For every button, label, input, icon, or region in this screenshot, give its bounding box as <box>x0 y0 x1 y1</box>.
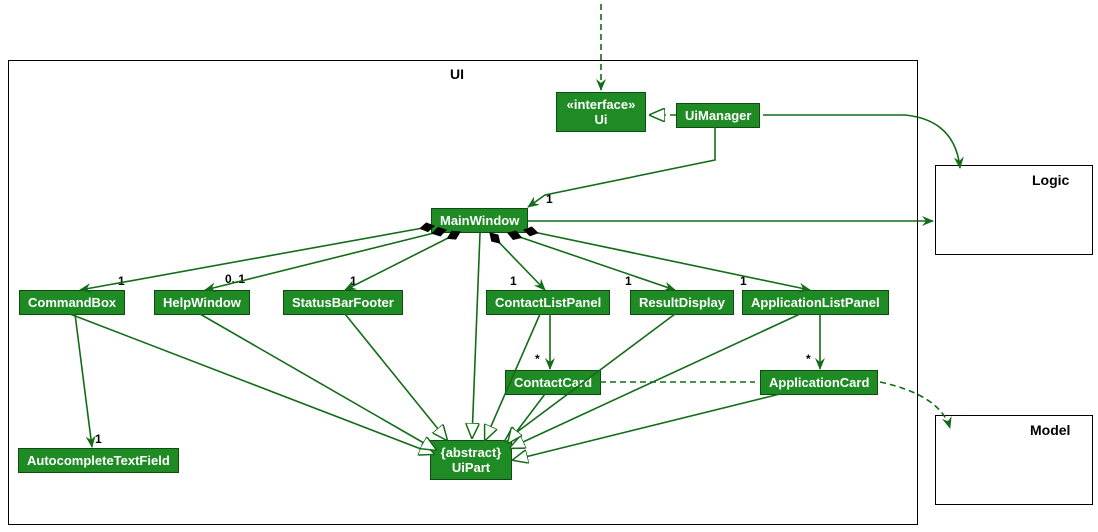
edge-cmdbox-uipart <box>70 314 434 454</box>
edge-mw-clp <box>490 233 545 290</box>
edge-uimanager-to-mainwindow <box>528 127 715 207</box>
edge-mw-helpwindow <box>205 230 446 290</box>
diagram-edges: Model (dashed dependency via Application… <box>0 0 1098 532</box>
edge-alp-uipart <box>510 314 800 448</box>
edge-mw-commandbox <box>80 226 434 290</box>
edge-contactcard-uipart <box>508 394 545 443</box>
edge-appcard-uipart <box>513 394 780 460</box>
edge-mw-uipart <box>472 233 480 438</box>
edge-mw-resultdisplay <box>508 233 675 290</box>
edge-uimanager-to-logic <box>763 115 960 168</box>
edge-contactcard-model-b <box>880 382 950 428</box>
edge-resultdisplay-uipart <box>505 314 675 441</box>
edge-cmdbox-autotf <box>75 314 92 447</box>
edge-mw-alp <box>524 230 810 290</box>
edge-statusbar-uipart <box>345 314 447 440</box>
